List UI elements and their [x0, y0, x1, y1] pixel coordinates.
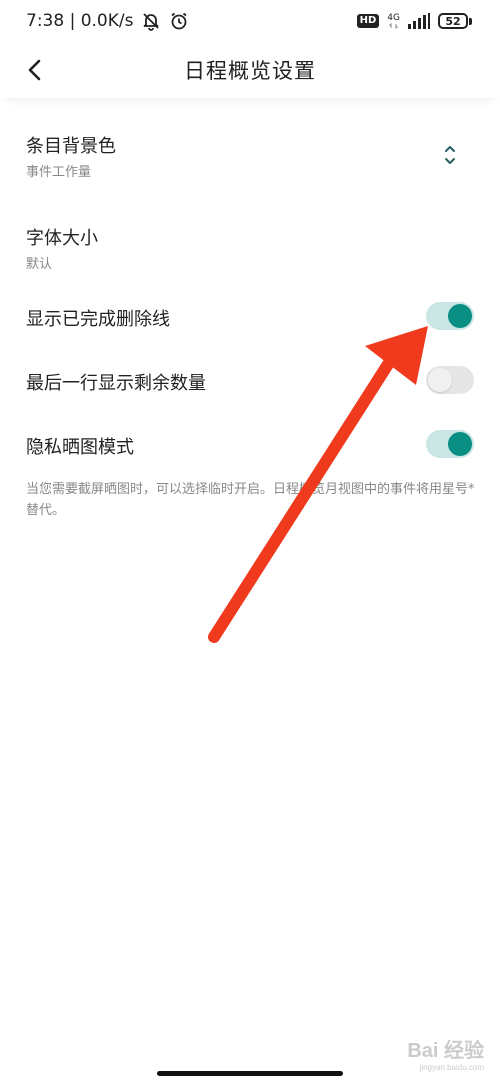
network-label: 4G: [387, 13, 400, 23]
status-bar-left: 7:38 | 0.0K/s: [26, 11, 189, 31]
setting-value: 默认: [26, 257, 53, 272]
battery-icon: 52: [438, 13, 472, 29]
page-title: 日程概览设置: [184, 59, 316, 83]
setting-font-size[interactable]: 字体大小 默认: [0, 212, 500, 282]
setting-item-bg-color[interactable]: 条目背景色 事件工作量: [0, 120, 500, 190]
privacy-hint-text: 当您需要截屏晒图时，可以选择临时开启。日程概览月视图中的事件将用星号*替代。: [26, 482, 475, 518]
signal-strength-icon: [408, 13, 430, 29]
setting-title: 字体大小: [26, 228, 98, 249]
battery-level: 52: [438, 13, 468, 29]
setting-show-remaining: 最后一行显示剩余数量: [0, 360, 500, 404]
setting-title: 条目背景色: [26, 136, 116, 157]
setting-title: 显示已完成删除线: [26, 309, 170, 330]
network-type: 4G: [387, 13, 400, 29]
setting-show-strikethrough: 显示已完成删除线: [0, 296, 500, 340]
strikethrough-toggle[interactable]: [426, 302, 474, 330]
setting-title: 隐私晒图模式: [26, 437, 134, 458]
home-indicator[interactable]: [157, 1071, 343, 1076]
privacy-mode-toggle[interactable]: [426, 430, 474, 458]
setting-value: 事件工作量: [26, 165, 92, 180]
setting-privacy-mode: 隐私晒图模式: [0, 424, 500, 468]
toggle-knob: [428, 368, 452, 392]
data-arrows-icon: [388, 23, 398, 29]
remaining-count-toggle[interactable]: [426, 366, 474, 394]
mute-bell-icon: [141, 11, 161, 31]
back-button[interactable]: [18, 50, 50, 90]
time-and-speed: 7:38 | 0.0K/s: [26, 11, 134, 31]
setting-title: 最后一行显示剩余数量: [26, 373, 206, 394]
watermark-url: jingyan.baidu.com: [419, 1063, 484, 1072]
watermark-text: Bai 经验: [407, 1040, 484, 1062]
watermark: Bai 经验 jingyan.baidu.com: [407, 1034, 484, 1072]
alarm-clock-icon: [169, 11, 189, 31]
toggle-knob: [448, 432, 472, 456]
app-header: 日程概览设置: [0, 42, 500, 98]
status-bar: 7:38 | 0.0K/s HD 4G 52: [0, 0, 500, 42]
status-bar-right: HD 4G 52: [356, 13, 472, 29]
select-updown-icon[interactable]: [440, 140, 460, 170]
toggle-knob: [448, 304, 472, 328]
chevron-left-icon: [28, 59, 41, 81]
hd-badge: HD: [356, 14, 380, 28]
